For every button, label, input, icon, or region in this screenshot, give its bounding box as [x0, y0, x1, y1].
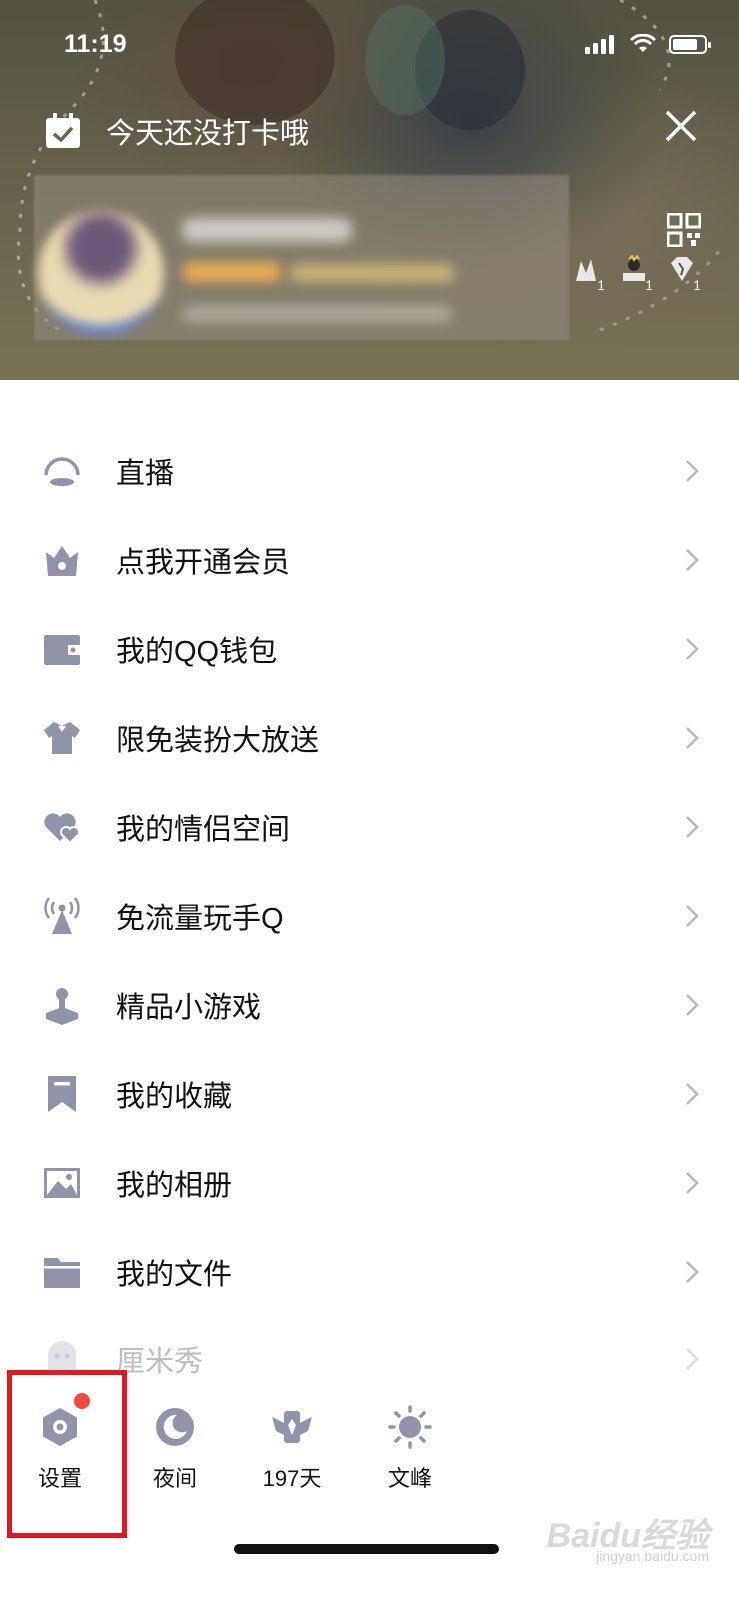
winged-badge-icon: [270, 1405, 314, 1449]
medal-icon: [671, 257, 693, 281]
hearts-icon: [42, 807, 82, 847]
checkin-banner[interactable]: 今天还没打卡哦: [44, 110, 309, 152]
medal-item[interactable]: 1: [669, 255, 701, 293]
menu-item-label: 我的文件: [116, 1259, 233, 1291]
medal-icon: [576, 259, 596, 281]
home-indicator[interactable]: [234, 1544, 499, 1554]
crown-icon: [42, 540, 82, 580]
medal-item[interactable]: 1: [573, 255, 605, 293]
menu-item-label: 免流量玩手Q: [116, 903, 284, 935]
level-badges-blurred: [182, 262, 282, 282]
moon-icon: [153, 1405, 197, 1449]
cellular-signal-icon: [585, 34, 617, 54]
medal-icon: [623, 254, 645, 281]
menu-item-label: 精品小游戏: [116, 992, 262, 1024]
signature-blurred: [182, 306, 452, 322]
menu-item-label: 我的情侣空间: [116, 814, 291, 846]
status-icons: [585, 34, 711, 54]
night-mode-label: 夜间: [152, 1466, 197, 1491]
sun-icon: [388, 1405, 432, 1449]
menu-item-label: 点我开通会员: [116, 547, 291, 579]
wallet-icon: [42, 629, 82, 669]
menu-item-live[interactable]: 直播: [0, 436, 739, 506]
close-icon[interactable]: [663, 108, 699, 144]
status-time: 11:19: [64, 30, 127, 58]
chevron-right-icon: [686, 1348, 699, 1370]
nickname-blurred: [182, 218, 352, 242]
folder-icon: [42, 1252, 82, 1292]
menu-item-vip[interactable]: 点我开通会员: [0, 525, 739, 595]
menu-item-label: 限免装扮大放送: [116, 725, 320, 757]
menu-item-mini-games[interactable]: 精品小游戏: [0, 970, 739, 1040]
chevron-right-icon: [686, 816, 699, 838]
menu-item-label: 我的相册: [116, 1170, 233, 1202]
wifi-icon: [629, 34, 657, 52]
photo-icon: [42, 1163, 82, 1203]
medal-count: 1: [645, 277, 653, 293]
chevron-right-icon: [686, 638, 699, 660]
chevron-right-icon: [686, 1172, 699, 1194]
days-badge-button[interactable]: 197天: [242, 1385, 342, 1495]
night-mode-button[interactable]: 夜间: [125, 1385, 225, 1495]
medal-count: 1: [597, 277, 605, 293]
menu-item-favorites[interactable]: 我的收藏: [0, 1059, 739, 1129]
calendar-check-icon: [46, 113, 80, 148]
medal-count: 1: [693, 277, 701, 293]
weather-location-label: 文峰: [387, 1466, 432, 1491]
signal-tower-icon: [42, 896, 82, 936]
shirt-icon: [42, 718, 82, 758]
qr-code-icon[interactable]: [667, 213, 701, 247]
days-label: 197天: [262, 1466, 322, 1491]
avatar[interactable]: [38, 210, 164, 336]
medal-list[interactable]: 1 1 1: [573, 254, 701, 293]
menu-item-free-data[interactable]: 免流量玩手Q: [0, 881, 739, 951]
menu-item-label: 我的QQ钱包: [116, 636, 278, 668]
menu-item-album[interactable]: 我的相册: [0, 1148, 739, 1218]
chevron-right-icon: [686, 549, 699, 571]
chevron-right-icon: [686, 994, 699, 1016]
chevron-right-icon: [686, 1083, 699, 1105]
menu-item-couple-space[interactable]: 我的情侣空间: [0, 792, 739, 862]
battery-icon: [669, 34, 711, 54]
watermark-url: jingyan.baidu.com: [596, 1548, 709, 1564]
chevron-right-icon: [686, 727, 699, 749]
level-badges-blurred-2: [290, 264, 455, 282]
menu-item-label: 厘米秀: [116, 1346, 204, 1378]
checkin-text: 今天还没打卡哦: [106, 118, 310, 150]
menu-item-wallet[interactable]: 我的QQ钱包: [0, 614, 739, 684]
live-icon: [42, 451, 82, 491]
bookmark-icon: [42, 1074, 82, 1114]
chevron-right-icon: [686, 905, 699, 927]
menu-item-files[interactable]: 我的文件: [0, 1237, 739, 1307]
weather-button[interactable]: 文峰: [360, 1385, 460, 1495]
chevron-right-icon: [686, 1261, 699, 1283]
chevron-right-icon: [686, 460, 699, 482]
menu-item-label: 我的收藏: [116, 1081, 233, 1113]
medal-item[interactable]: 1: [621, 254, 653, 293]
menu-item-label: 直播: [116, 458, 175, 490]
joystick-icon: [42, 985, 82, 1025]
menu-item-decoration[interactable]: 限免装扮大放送: [0, 703, 739, 773]
annotation-highlight-box: [7, 1370, 127, 1538]
